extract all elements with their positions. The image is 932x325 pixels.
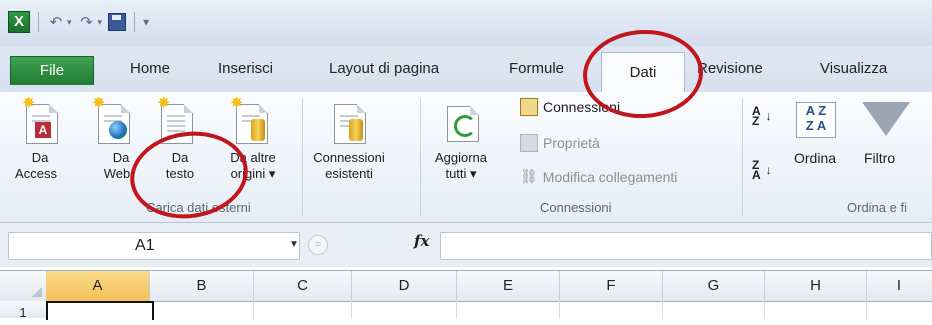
filter-button[interactable]: Filtro <box>864 150 895 166</box>
gridline <box>351 301 352 318</box>
column-header-b[interactable]: B <box>150 271 254 301</box>
filter-funnel-icon <box>862 102 910 136</box>
tab-insert[interactable]: Inserisci <box>218 60 273 77</box>
gridline <box>456 301 457 318</box>
insert-function-icon[interactable]: fx <box>414 232 429 250</box>
column-header-i[interactable]: I <box>867 271 931 301</box>
from-access-button[interactable]: A ✸ Da Access <box>15 95 62 188</box>
redo-dropdown-icon[interactable]: ▾ <box>98 17 103 28</box>
formula-bar: A1 ▼ = fx <box>0 223 932 267</box>
tab-page-layout[interactable]: Layout di pagina <box>329 60 439 77</box>
name-box[interactable]: A1 ▼ <box>8 232 300 260</box>
tab-review[interactable]: Revisione <box>697 60 763 77</box>
chain-link-icon: ⛓ <box>520 168 538 184</box>
refresh-all-label-1: Aggiorna <box>434 150 488 165</box>
sort-button[interactable]: Ordina <box>794 150 836 166</box>
from-access-label-1: Da <box>31 150 49 165</box>
title-bar: X ↶ ▾ ↷ ▾ ▾ <box>0 0 932 46</box>
new-star-icon: ✸ <box>157 95 171 112</box>
column-header-e[interactable]: E <box>457 271 560 301</box>
name-box-dropdown-icon[interactable]: ▼ <box>289 239 299 250</box>
column-headers: A B C D E F G H I <box>0 270 932 302</box>
tab-view[interactable]: Visualizza <box>820 60 887 77</box>
formula-input[interactable] <box>440 232 932 260</box>
group-label-connections: Connessioni <box>540 200 612 215</box>
sort-z-to-a-icon[interactable]: Z A ↓ <box>752 159 772 181</box>
from-access-label-2: Access <box>15 166 57 181</box>
group-label-sort-filter: Ordina e fi <box>847 200 907 215</box>
column-header-d[interactable]: D <box>352 271 457 301</box>
sort-dialog-icon: A ZZ A <box>796 102 836 138</box>
new-star-icon: ✸ <box>92 95 106 112</box>
undo-dropdown-icon[interactable]: ▾ <box>67 17 72 28</box>
gridline <box>253 301 254 318</box>
new-star-icon: ✸ <box>22 95 36 112</box>
row-header-1[interactable]: 1 <box>0 301 47 320</box>
existing-connections-button[interactable]: Connessioni esistenti <box>308 96 390 188</box>
select-all-corner[interactable] <box>0 271 47 301</box>
connections-icon <box>520 98 538 116</box>
selected-cell-a1[interactable] <box>46 301 154 320</box>
gridline <box>662 301 663 318</box>
undo-icon[interactable]: ↶ <box>47 13 65 31</box>
ribbon-tabs: File Home Inserisci Layout di pagina For… <box>0 46 932 94</box>
cancel-entry-icon[interactable]: = <box>308 235 328 255</box>
tab-formulas[interactable]: Formule <box>509 60 564 77</box>
column-header-f[interactable]: F <box>560 271 663 301</box>
edit-links-label: Modifica collegamenti <box>542 168 678 185</box>
gridline <box>559 301 560 318</box>
name-box-value: A1 <box>135 237 155 254</box>
separator <box>38 12 39 32</box>
separator <box>134 12 136 32</box>
redo-icon[interactable]: ↷ <box>78 13 96 31</box>
quick-access-toolbar: X ↶ ▾ ↷ ▾ ▾ <box>8 9 153 35</box>
refresh-all-label-2: tutti ▾ <box>445 166 477 181</box>
edit-links-button[interactable]: ⛓ Modifica collegamenti <box>520 168 677 185</box>
worksheet-grid: A B C D E F G H I 1 <box>0 267 932 320</box>
gridline <box>764 301 765 318</box>
excel-logo-icon[interactable]: X <box>8 11 30 33</box>
properties-label: Proprietà <box>543 135 600 151</box>
column-header-a[interactable]: A <box>46 271 150 301</box>
group-separator <box>420 98 421 216</box>
existing-connections-icon <box>334 104 366 144</box>
column-header-h[interactable]: H <box>765 271 867 301</box>
properties-icon <box>520 134 538 152</box>
existing-connections-label-2: esistenti <box>325 166 373 181</box>
refresh-all-button[interactable]: Aggiorna tutti ▾ <box>427 96 495 188</box>
group-separator <box>742 98 743 216</box>
save-icon[interactable] <box>108 13 127 31</box>
column-header-g[interactable]: G <box>663 271 765 301</box>
existing-connections-label-1: Connessioni <box>313 150 385 165</box>
new-star-icon: ✸ <box>230 95 244 112</box>
customize-qat-icon[interactable]: ▾ <box>143 15 149 29</box>
gridline <box>866 301 867 318</box>
tab-file[interactable]: File <box>10 56 94 85</box>
refresh-all-icon <box>447 106 479 142</box>
column-header-c[interactable]: C <box>254 271 352 301</box>
sort-a-to-z-icon[interactable]: A Z ↓ <box>752 105 772 127</box>
properties-button[interactable]: Proprietà <box>520 134 600 152</box>
tab-home[interactable]: Home <box>130 60 170 77</box>
group-separator <box>302 98 303 216</box>
